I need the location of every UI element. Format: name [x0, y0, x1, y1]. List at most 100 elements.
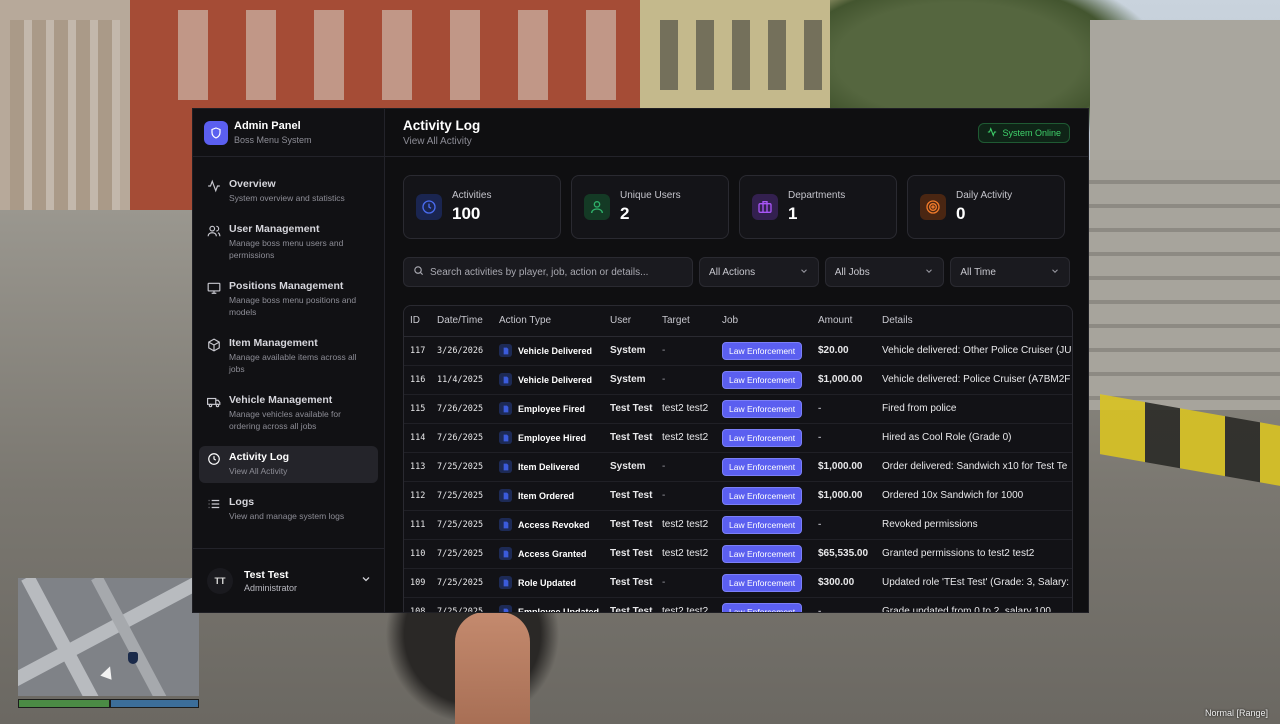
user-role: Administrator: [244, 582, 298, 593]
sidebar-item-user-management[interactable]: User Management Manage boss menu users an…: [199, 218, 378, 267]
nav-title: Logs: [229, 496, 255, 508]
document-icon: [499, 431, 512, 444]
column-header[interactable]: Target: [656, 306, 716, 337]
pulse-icon: [987, 126, 997, 139]
job-badge: Law Enforcement: [722, 457, 803, 476]
column-header[interactable]: Date/Time: [431, 306, 493, 337]
activity-table: ID Date/Time Action Type User Target Job…: [403, 305, 1073, 612]
column-header[interactable]: Amount: [812, 306, 876, 337]
cell-details: Granted permissions to test2 test2: [876, 539, 1072, 569]
chevron-down-icon[interactable]: [360, 572, 372, 590]
table-row[interactable]: 115 7/26/2025 Employee Fired Test Test test2…: [404, 394, 1072, 424]
table-row[interactable]: 108 7/25/2025 Employee Updated Test Test tes…: [404, 597, 1072, 613]
column-header[interactable]: Details: [876, 306, 1072, 337]
search-input[interactable]: [430, 266, 670, 278]
cell-details: Ordered 10x Sandwich for 1000: [876, 481, 1072, 511]
cell-details: Hired as Cool Role (Grade 0): [876, 423, 1072, 453]
cell-target: -: [656, 452, 716, 482]
column-header[interactable]: User: [604, 306, 656, 337]
sidebar-item-overview[interactable]: Overview System overview and statistics: [199, 173, 378, 210]
document-icon: [499, 373, 512, 386]
cell-user: System: [604, 336, 656, 366]
stat-value: 2: [620, 204, 630, 223]
briefcase-icon: [752, 194, 778, 220]
cell-target: test2 test2: [656, 423, 716, 453]
document-icon: [499, 489, 512, 502]
sidebar-item-positions-management[interactable]: Positions Management Manage boss menu pos…: [199, 275, 378, 324]
action-type: Vehicle Delivered: [518, 374, 593, 385]
nav-description: Manage boss menu users and permissions: [229, 238, 344, 260]
table-row[interactable]: 109 7/25/2025 Role Updated Test Test - Law En…: [404, 568, 1072, 598]
sidebar-item-logs[interactable]: Logs View and manage system logs: [199, 491, 378, 528]
search-box: [403, 257, 694, 287]
stat-label: Daily Activity: [956, 190, 1013, 201]
stat-label: Unique Users: [620, 190, 681, 201]
cell-target: test2 test2: [656, 394, 716, 424]
cell-job: Law Enforcement: [716, 597, 812, 612]
cell-action: Role Updated: [493, 568, 604, 598]
user-menu[interactable]: TT Test Test Administrator: [193, 548, 384, 612]
cell-user: Test Test: [604, 423, 656, 453]
cell-job: Law Enforcement: [716, 336, 812, 366]
cell-date: 7/25/2025: [431, 539, 493, 569]
cell-details: Vehicle delivered: Other Police Cruiser …: [876, 336, 1072, 366]
table-row[interactable]: 117 3/26/2026 Vehicle Delivered System - Law …: [404, 336, 1072, 366]
select-value: All Jobs: [834, 266, 870, 278]
stat-card-unique-users: Unique Users 2: [571, 175, 729, 239]
cell-id: 110: [404, 539, 431, 569]
sidebar-item-item-management[interactable]: Item Management Manage available items ac…: [199, 332, 378, 381]
table-row[interactable]: 110 7/25/2025 Access Granted Test Test test2…: [404, 539, 1072, 569]
table-row[interactable]: 113 7/25/2025 Item Delivered System - Law Enf…: [404, 452, 1072, 482]
cell-date: 7/26/2025: [431, 394, 493, 424]
cell-user: Test Test: [604, 394, 656, 424]
document-icon: [499, 518, 512, 531]
action-type: Employee Hired: [518, 432, 587, 443]
table-row[interactable]: 114 7/26/2025 Employee Hired Test Test test2…: [404, 423, 1072, 453]
cell-action: Item Delivered: [493, 452, 604, 482]
column-header[interactable]: Job: [716, 306, 812, 337]
jobs-filter-select[interactable]: All Jobs: [824, 257, 945, 287]
cell-job: Law Enforcement: [716, 568, 812, 598]
cell-id: 108: [404, 597, 431, 612]
chevron-down-icon: [1050, 266, 1060, 279]
cell-amount: $1,000.00: [812, 365, 876, 395]
cell-user: Test Test: [604, 481, 656, 511]
cell-amount: $1,000.00: [812, 481, 876, 511]
search-icon: [413, 263, 424, 281]
action-type: Employee Updated: [518, 606, 600, 613]
job-badge: Law Enforcement: [722, 515, 803, 534]
sidebar-item-activity-log[interactable]: Activity Log View All Activity: [199, 446, 378, 483]
job-badge: Law Enforcement: [722, 370, 803, 389]
cell-job: Law Enforcement: [716, 452, 812, 482]
cell-id: 115: [404, 394, 431, 424]
column-header[interactable]: Action Type: [493, 306, 604, 337]
job-badge: Law Enforcement: [722, 428, 803, 447]
nav-title: Positions Management: [229, 280, 344, 292]
sidebar: Admin Panel Boss Menu System Overview Sys…: [193, 109, 385, 612]
target-icon: [920, 194, 946, 220]
column-header[interactable]: ID: [404, 306, 431, 337]
nav-description: Manage vehicles available for ordering a…: [229, 409, 341, 431]
activity-icon: [207, 179, 221, 193]
table-row[interactable]: 112 7/25/2025 Item Ordered Test Test - Law En…: [404, 481, 1072, 511]
document-icon: [499, 402, 512, 415]
status-badge: System Online: [978, 122, 1070, 143]
sidebar-item-vehicle-management[interactable]: Vehicle Management Manage vehicles availa…: [199, 389, 378, 438]
admin-panel: Admin Panel Boss Menu System Overview Sys…: [192, 108, 1089, 613]
time-filter-select[interactable]: All Time: [950, 257, 1071, 287]
actions-filter-select[interactable]: All Actions: [699, 257, 819, 287]
page-title: Activity Log: [403, 118, 481, 133]
cell-target: test2 test2: [656, 539, 716, 569]
cell-date: 7/26/2025: [431, 423, 493, 453]
table-row[interactable]: 116 11/4/2025 Vehicle Delivered System - Law …: [404, 365, 1072, 395]
table-row[interactable]: 111 7/25/2025 Access Revoked Test Test test2…: [404, 510, 1072, 540]
action-type: Access Granted: [518, 548, 587, 559]
action-type: Access Revoked: [518, 519, 590, 530]
nav-title: Overview: [229, 178, 276, 190]
cell-amount: -: [812, 597, 876, 612]
cell-action: Item Ordered: [493, 481, 604, 511]
cell-details: Revoked permissions: [876, 510, 1072, 540]
job-badge: Law Enforcement: [722, 399, 803, 418]
cell-action: Employee Hired: [493, 423, 604, 453]
job-badge: Law Enforcement: [722, 544, 803, 563]
